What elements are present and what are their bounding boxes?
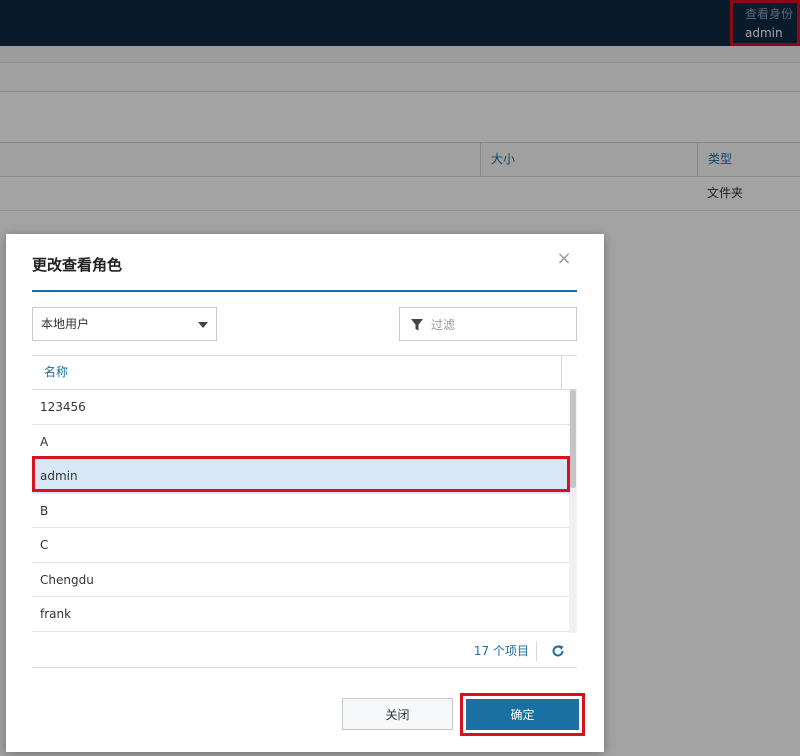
user-list-header: 名称 (32, 356, 577, 390)
list-footer: 17 个项目 (32, 634, 577, 668)
scrollbar-thumb[interactable] (570, 390, 576, 488)
column-header-name[interactable]: 名称 (32, 356, 577, 389)
filter-input[interactable] (431, 314, 566, 336)
footer-divider (536, 641, 537, 661)
list-item[interactable]: Chengdu (32, 563, 577, 597)
chevron-down-icon (198, 322, 208, 328)
dialog-title: 更改查看角色 (32, 256, 123, 274)
close-icon[interactable]: × (556, 250, 572, 268)
confirm-button[interactable]: 确定 (466, 699, 579, 730)
list-item[interactable]: frank (32, 597, 577, 632)
refresh-icon[interactable] (551, 644, 565, 658)
list-item-selected[interactable]: admin (32, 459, 577, 494)
list-item[interactable]: 123456 (32, 390, 577, 425)
user-source-value: 本地用户 (41, 317, 90, 331)
filter-icon (411, 319, 423, 331)
user-list-rows: 123456 A admin B C Chengdu frank (32, 390, 577, 633)
list-item[interactable]: C (32, 528, 577, 563)
filter-field[interactable] (399, 307, 577, 341)
change-view-role-dialog: 更改查看角色 × 本地用户 名称 123456 A admin B C Chen… (6, 234, 604, 752)
list-item[interactable]: B (32, 494, 577, 528)
title-divider (32, 290, 577, 292)
list-item[interactable]: A (32, 425, 577, 459)
item-count: 17 个项目 (473, 644, 529, 658)
list-scrollbar[interactable] (569, 390, 577, 633)
user-list: 名称 123456 A admin B C Chengdu frank (32, 355, 577, 668)
user-source-select[interactable]: 本地用户 (32, 307, 217, 341)
column-divider (561, 356, 562, 389)
close-button[interactable]: 关闭 (342, 698, 453, 730)
confirm-button-annotation: 确定 (460, 693, 585, 736)
